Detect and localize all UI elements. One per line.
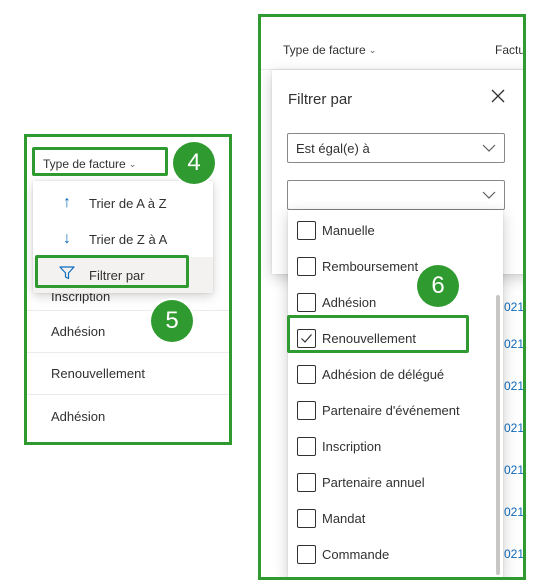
operator-select-value: Est égal(e) à <box>296 140 370 156</box>
column-header-label: Factur <box>495 43 526 57</box>
option-partenaire-annuel[interactable]: Partenaire annuel <box>288 464 503 500</box>
background-cell: 021 <box>504 547 525 561</box>
list-item-label: Renouvellement <box>51 366 145 381</box>
background-cell: 021 <box>504 577 524 580</box>
chevron-down-icon: ⌄ <box>368 44 377 55</box>
option-commande[interactable]: Commande <box>288 536 503 572</box>
menu-item-label: Trier de Z à A <box>89 231 168 247</box>
option-remboursement[interactable]: Remboursement <box>288 248 503 284</box>
option-inscription[interactable]: Inscription <box>288 428 503 464</box>
checkbox[interactable] <box>297 436 316 456</box>
checkbox[interactable] <box>297 508 316 528</box>
checkbox[interactable] <box>297 292 316 312</box>
background-cell: 021 <box>504 463 525 477</box>
option-mandat[interactable]: Mandat <box>288 500 503 536</box>
dropdown-scrollbar[interactable] <box>496 295 500 575</box>
option-label: Inscription <box>322 438 382 454</box>
option-manuelle[interactable]: Manuelle <box>288 212 503 248</box>
option-label: Manuelle <box>322 222 375 238</box>
step-badge-6: 6 <box>417 265 459 307</box>
checkbox[interactable] <box>297 256 316 276</box>
option-adhesion-de-delegue[interactable]: Adhésion de délégué <box>288 356 503 392</box>
column-header-type-de-facture[interactable]: Type de facture ⌄ <box>283 43 376 57</box>
background-cell: 021 <box>504 421 525 435</box>
option-label: Mandat <box>322 510 366 526</box>
background-cell: 021 <box>504 379 525 393</box>
option-label: Partenaire d'événement <box>322 402 460 418</box>
option-label: Partenaire annuel <box>322 474 425 490</box>
value-options-dropdown: Manuelle Remboursement Adhésion Renouvel… <box>288 210 503 577</box>
menu-item-label: Trier de A à Z <box>89 195 167 211</box>
highlight-renouvellement <box>287 315 469 353</box>
option-partenaire-evenement[interactable]: Partenaire d'événement <box>288 392 503 428</box>
value-select[interactable] <box>287 180 505 210</box>
background-cell: 021 <box>504 337 525 351</box>
checkbox[interactable] <box>297 472 316 492</box>
operator-select[interactable]: Est égal(e) à <box>287 133 505 163</box>
list-item: Adhésion <box>27 395 229 437</box>
list-item: Adhésion <box>27 311 229 353</box>
option-label: Adhésion <box>322 294 377 310</box>
highlight-column-header <box>32 147 168 176</box>
column-header-label: Type de facture <box>283 43 366 57</box>
step-badge-5: 5 <box>151 300 193 342</box>
arrow-up-icon: ↑ <box>63 194 71 211</box>
checkbox[interactable] <box>297 544 316 564</box>
list-item-label: Adhésion <box>51 324 106 339</box>
checkbox[interactable] <box>297 400 316 420</box>
column-header-facture[interactable]: Factur <box>495 43 526 57</box>
arrow-down-icon: ↓ <box>63 230 71 247</box>
list-item-label: Adhésion <box>51 408 106 424</box>
right-screenshot-panel: Type de facture ⌄ Factur | | | | | 021 0… <box>258 14 526 580</box>
option-label: Commande <box>322 546 390 562</box>
step-badge-4: 4 <box>173 142 215 184</box>
option-label: Remboursement <box>322 258 419 274</box>
background-cell: 021 <box>504 300 525 314</box>
background-cell: 021 <box>504 505 525 519</box>
highlight-filter-item <box>35 255 189 288</box>
chevron-down-icon <box>482 141 496 155</box>
filter-dialog-title: Filtrer par <box>288 91 353 108</box>
checkbox[interactable] <box>297 364 316 384</box>
option-label: Adhésion de délégué <box>322 366 445 382</box>
menu-item-sort-asc[interactable]: ↑ Trier de A à Z <box>33 185 213 221</box>
list-item: Renouvellement <box>27 353 229 395</box>
menu-item-sort-desc[interactable]: ↓ Trier de Z à A <box>33 221 213 257</box>
chevron-down-icon <box>482 188 496 202</box>
checkbox[interactable] <box>297 220 316 240</box>
close-icon[interactable] <box>488 86 508 106</box>
